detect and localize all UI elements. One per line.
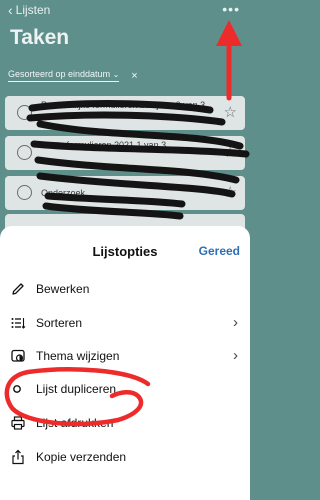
task-row[interactable]: Onderzoek ☆ xyxy=(5,176,245,210)
chevron-right-icon: › xyxy=(233,347,238,364)
task-checkbox[interactable] xyxy=(17,145,32,160)
chevron-right-icon: › xyxy=(233,314,238,331)
pencil-icon xyxy=(12,283,24,295)
menu-item-label: Thema wijzigen xyxy=(36,349,120,363)
star-icon[interactable]: ☆ xyxy=(224,143,237,161)
duplicate-icon xyxy=(13,385,21,393)
task-title: Persoonlijke formulieren bekijken 0 van … xyxy=(41,100,206,110)
printer-icon xyxy=(11,416,25,430)
menu-item-print[interactable]: Lijst afdrukken xyxy=(0,408,250,438)
task-row[interactable]: Acute formulieren 2021 1 van 3 ☆ xyxy=(5,136,245,170)
task-title: Onderzoek xyxy=(41,188,86,198)
back-label: Lijsten xyxy=(15,3,51,17)
menu-item-edit[interactable]: Bewerken xyxy=(0,274,250,304)
sort-label: Gesorteerd op einddatum xyxy=(8,69,111,79)
clear-sort-button[interactable]: × xyxy=(131,70,137,82)
page-title: Taken xyxy=(10,26,70,49)
menu-item-label: Lijst afdrukken xyxy=(36,416,114,430)
share-icon xyxy=(12,449,24,465)
sort-chip[interactable]: Gesorteerd op einddatum ⌄ xyxy=(8,69,120,82)
list-options-sheet: Lijstopties Gereed Bewerken Sorteren › T… xyxy=(0,226,250,500)
menu-item-share[interactable]: Kopie verzenden xyxy=(0,442,250,472)
chevron-left-icon: ‹ xyxy=(8,2,13,18)
sort-filter-row: Gesorteerd op einddatum ⌄ × xyxy=(8,69,138,82)
back-button[interactable]: ‹ Lijsten xyxy=(8,3,50,17)
top-bar: ‹ Lijsten ••• xyxy=(0,0,250,24)
theme-icon xyxy=(11,349,25,362)
menu-item-label: Sorteren xyxy=(36,316,83,330)
menu-item-label: Lijst dupliceren xyxy=(36,382,117,396)
task-row[interactable]: Persoonlijke formulieren bekijken 0 van … xyxy=(5,96,245,130)
sort-icon xyxy=(11,318,26,329)
chevron-down-icon: ⌄ xyxy=(112,70,120,79)
menu-item-duplicate[interactable]: Lijst dupliceren xyxy=(0,374,250,404)
task-title: Acute formulieren 2021 1 van 3 xyxy=(41,140,167,150)
star-icon[interactable]: ☆ xyxy=(224,183,237,201)
done-button[interactable]: Gereed xyxy=(199,244,240,258)
task-checkbox[interactable] xyxy=(17,105,32,120)
menu-item-theme[interactable]: Thema wijzigen › xyxy=(0,341,250,371)
menu-item-label: Kopie verzenden xyxy=(36,450,127,464)
more-options-button[interactable]: ••• xyxy=(222,1,240,17)
menu-item-sort[interactable]: Sorteren › xyxy=(0,308,250,338)
star-icon[interactable]: ☆ xyxy=(224,103,237,121)
menu-item-label: Bewerken xyxy=(36,282,90,296)
task-checkbox[interactable] xyxy=(17,185,32,200)
red-arrow-icon xyxy=(216,20,242,101)
